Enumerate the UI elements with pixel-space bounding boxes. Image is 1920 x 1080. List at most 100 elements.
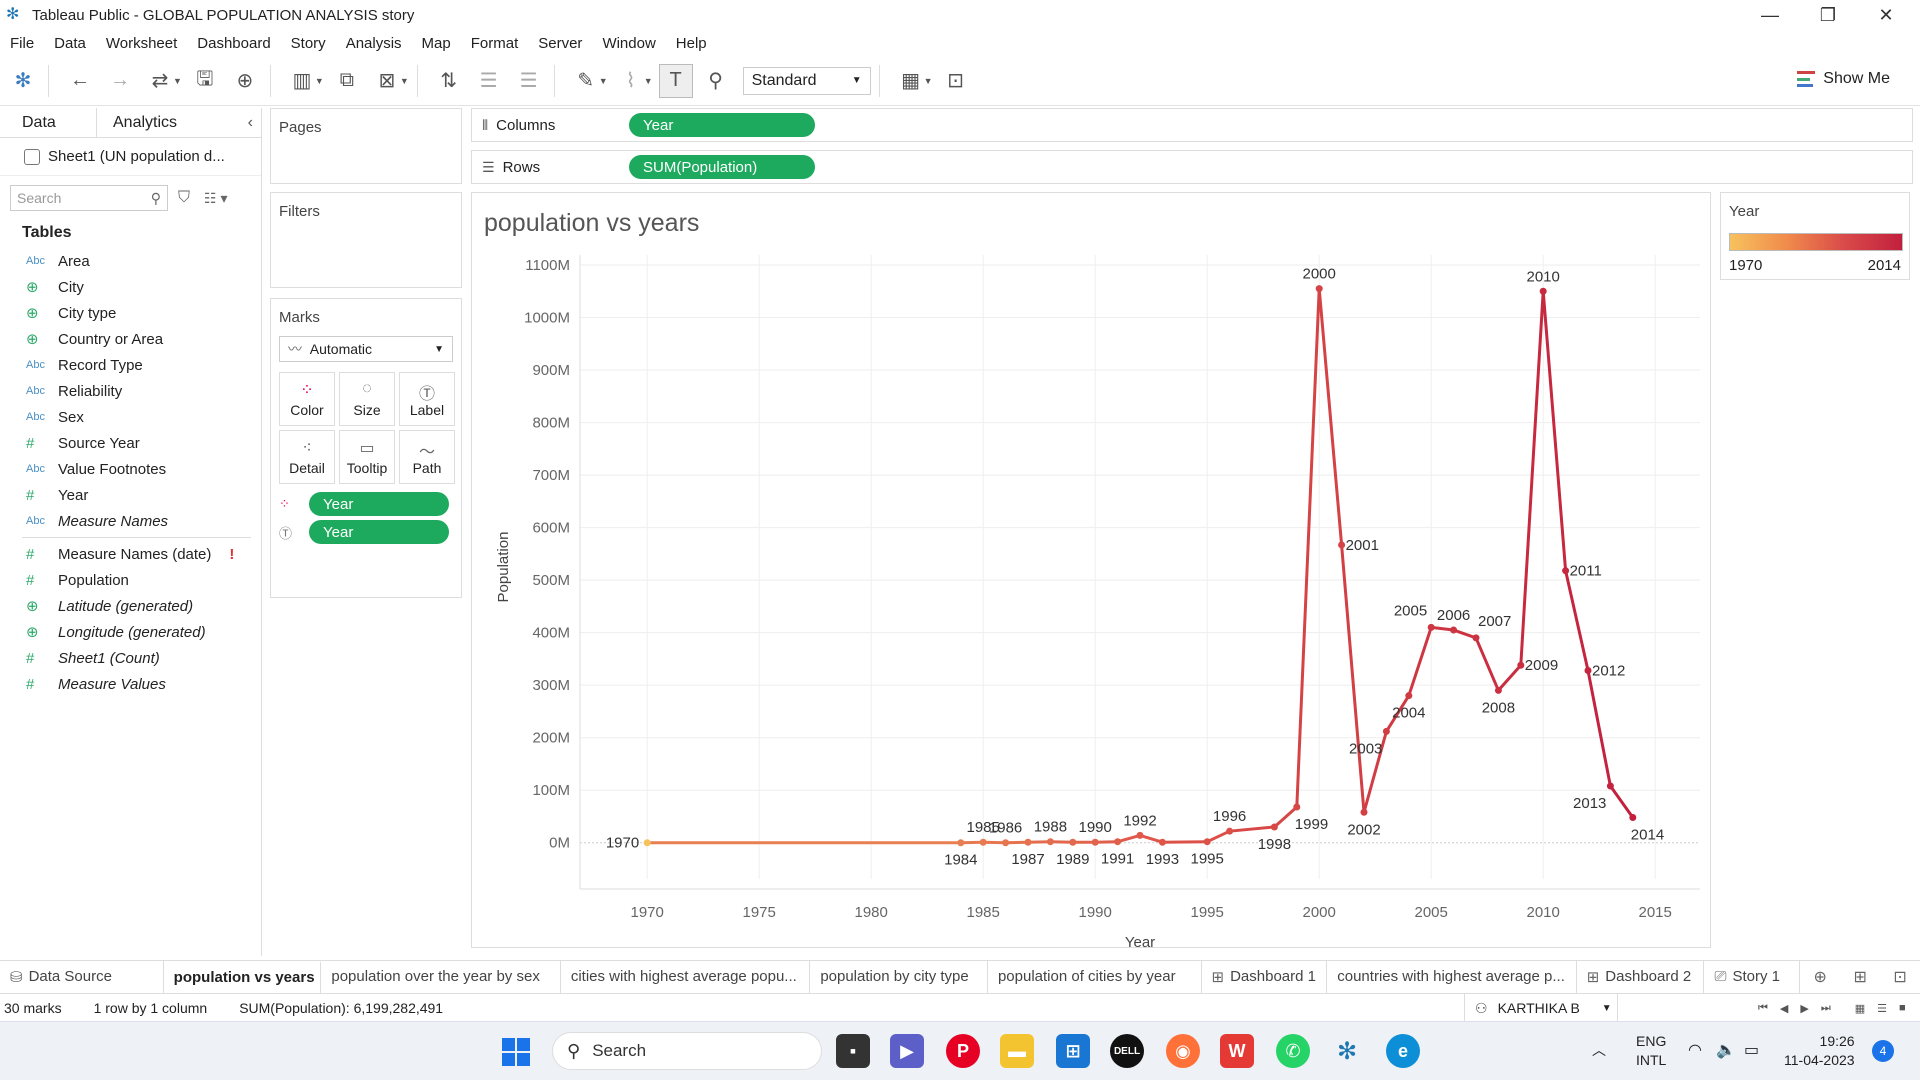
menu-analysis[interactable]: Analysis [336, 35, 412, 52]
wps-office-icon[interactable]: W [1220, 1034, 1254, 1068]
user-menu[interactable]: ⚇ KARTHIKA B ▼ [1464, 994, 1618, 1022]
close-button[interactable]: ✕ [1858, 0, 1914, 30]
data-source-item[interactable]: Sheet1 (UN population d... [0, 138, 261, 176]
menu-story[interactable]: Story [281, 35, 336, 52]
menu-dashboard[interactable]: Dashboard [187, 35, 280, 52]
tab-story-1[interactable]: ⎚ Story 1 [1704, 960, 1801, 993]
group-dropdown-icon[interactable]: ▼ [644, 76, 653, 86]
tab-population-of-cities[interactable]: population of cities by year [988, 960, 1202, 993]
restore-button[interactable]: ❐ [1800, 0, 1856, 30]
search-input[interactable]: Search ⚲ [10, 185, 168, 211]
rows-population-pill[interactable]: SUM(Population) [629, 155, 815, 179]
data-point[interactable] [1562, 567, 1570, 575]
data-point[interactable] [1629, 814, 1637, 822]
first-sheet-icon[interactable]: ⏮ [1758, 1002, 1768, 1015]
language-indicator[interactable]: ENG INTL [1636, 1032, 1666, 1070]
data-point[interactable] [1360, 808, 1368, 816]
data-point[interactable] [1293, 803, 1301, 811]
windows-start-icon[interactable] [502, 1038, 530, 1066]
data-point[interactable] [1405, 692, 1413, 700]
data-point[interactable] [1494, 686, 1502, 694]
pinterest-icon[interactable]: P [946, 1034, 980, 1068]
menu-map[interactable]: Map [412, 35, 461, 52]
new-worksheet-icon[interactable]: ▥ [285, 64, 319, 98]
field-item[interactable]: Abc Value Footnotes [0, 456, 261, 482]
show-cards-icon[interactable]: ▦ [894, 64, 928, 98]
minimize-button[interactable]: — [1742, 0, 1798, 30]
data-point[interactable] [1382, 727, 1390, 735]
replay-dropdown-icon[interactable]: ▼ [173, 76, 182, 86]
tab-population-vs-years[interactable]: population vs years [163, 960, 322, 993]
pages-shelf[interactable]: Pages [270, 108, 462, 184]
field-item[interactable]: ⊕ Country or Area [0, 326, 261, 352]
data-point[interactable] [1046, 838, 1054, 846]
file-explorer-icon[interactable]: ▬ [1000, 1034, 1034, 1068]
clear-sheet-dropdown-icon[interactable]: ▼ [400, 76, 409, 86]
notification-badge[interactable]: 4 [1872, 1040, 1894, 1062]
show-mark-labels-icon[interactable]: T [658, 63, 693, 98]
data-point[interactable] [1338, 541, 1346, 549]
new-data-source-icon[interactable]: ⊕ [228, 64, 262, 98]
previous-sheet-icon[interactable]: ◀ [1780, 1002, 1788, 1015]
menu-format[interactable]: Format [461, 35, 529, 52]
data-point[interactable] [1158, 838, 1166, 846]
edge-icon[interactable]: e [1386, 1034, 1420, 1068]
mark-type-select[interactable]: 〰 Automatic ▼ [279, 336, 453, 362]
fit-select[interactable]: Standard ▼ [742, 66, 871, 95]
data-point[interactable] [1203, 838, 1211, 846]
field-item[interactable]: Abc Sex [0, 404, 261, 430]
new-worksheet-dropdown-icon[interactable]: ▼ [315, 76, 324, 86]
last-sheet-icon[interactable]: ⏭ [1821, 1002, 1831, 1015]
field-item[interactable]: ⊕ City type [0, 300, 261, 326]
volume-icon[interactable]: 🔈 [1716, 1040, 1736, 1060]
tab-cities-highest-average[interactable]: cities with highest average popu... [561, 960, 811, 993]
rows-shelf[interactable]: ☰ Rows SUM(Population) [471, 150, 1913, 184]
columns-shelf[interactable]: ⦀ Columns Year [471, 108, 1913, 142]
tab-population-by-city-type[interactable]: population by city type [810, 960, 988, 993]
tab-dashboard-2[interactable]: ⊞ Dashboard 2 [1577, 960, 1705, 993]
columns-year-pill[interactable]: Year [629, 113, 815, 137]
label-year-pill[interactable]: Year [309, 520, 449, 544]
path-mark-button[interactable]: 〜 Path [399, 430, 455, 484]
data-point[interactable] [1024, 838, 1032, 846]
dell-icon[interactable]: DELL [1110, 1034, 1144, 1068]
presentation-mode-icon[interactable]: ⊡ [939, 64, 973, 98]
data-point[interactable] [1114, 838, 1122, 846]
size-mark-button[interactable]: ◌ Size [339, 372, 395, 426]
filter-icon[interactable]: ⛉ [178, 189, 190, 207]
sort-descending-icon[interactable]: ☰ [512, 64, 546, 98]
tab-countries-highest-average[interactable]: countries with highest average p... [1327, 960, 1577, 993]
tab-data-source[interactable]: ⛁ Data Source [0, 960, 164, 993]
wifi-icon[interactable]: ◠ [1688, 1040, 1702, 1060]
data-point[interactable] [1606, 782, 1614, 790]
whatsapp-icon[interactable]: ✆ [1276, 1034, 1310, 1068]
data-point[interactable] [1226, 827, 1234, 835]
new-worksheet-tab-icon[interactable]: ⊕ [1800, 961, 1840, 993]
tab-population-by-sex[interactable]: population over the year by sex [321, 960, 561, 993]
duplicate-sheet-icon[interactable]: ⧉ [330, 64, 364, 98]
taskbar-search[interactable]: ⚲ Search [552, 1032, 822, 1070]
field-item[interactable]: Abc Measure Names [0, 508, 261, 534]
detail-mark-button[interactable]: ⁖ Detail [279, 430, 335, 484]
menu-file[interactable]: File [0, 35, 44, 52]
new-story-tab-icon[interactable]: ⊡ [1880, 961, 1920, 993]
filters-shelf[interactable]: Filters [270, 192, 462, 288]
tableau-taskbar-icon[interactable]: ✻ [1330, 1034, 1364, 1068]
color-mark-button[interactable]: ⁘ Color [279, 372, 335, 426]
data-point[interactable] [1517, 661, 1525, 669]
field-item[interactable]: # Population [0, 567, 261, 593]
show-me-button[interactable]: Show Me [1797, 70, 1890, 88]
data-point[interactable] [1584, 666, 1592, 674]
data-point[interactable] [1427, 623, 1435, 631]
line-chart[interactable]: 0M 100M 200M 300M 400M 500M 600M 700M 800M 900M 10… [472, 193, 1712, 949]
data-point[interactable] [1002, 839, 1010, 847]
field-item[interactable]: # Source Year [0, 430, 261, 456]
sort-ascending-icon[interactable]: ☰ [472, 64, 506, 98]
field-item[interactable]: # Measure Names (date)! [0, 541, 261, 567]
replay-icon[interactable]: ⇄ [143, 64, 177, 98]
field-item[interactable]: ⊕ Latitude (generated) [0, 593, 261, 619]
data-point[interactable] [1472, 634, 1480, 642]
group-members-icon[interactable]: ⌇ [614, 64, 648, 98]
data-point[interactable] [1539, 287, 1547, 295]
data-point[interactable] [1315, 285, 1323, 293]
